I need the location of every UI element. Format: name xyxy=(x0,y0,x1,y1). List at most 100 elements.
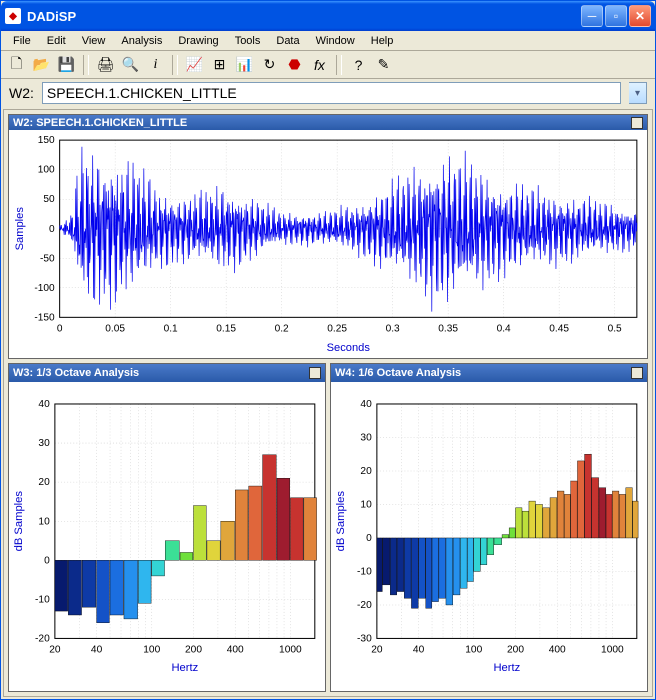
refresh-icon[interactable]: ↻ xyxy=(258,53,281,76)
menu-view[interactable]: View xyxy=(74,33,114,49)
panel-w3-maximize[interactable] xyxy=(309,367,321,379)
waveform-plot: 00.050.10.150.20.250.30.350.40.450.5-150… xyxy=(9,130,647,358)
svg-text:150: 150 xyxy=(38,135,55,146)
info-icon[interactable]: i xyxy=(144,53,167,76)
svg-text:40: 40 xyxy=(360,399,372,410)
svg-text:30: 30 xyxy=(360,433,372,444)
menu-help[interactable]: Help xyxy=(363,33,402,49)
svg-text:Samples: Samples xyxy=(14,207,26,251)
svg-text:dB Samples: dB Samples xyxy=(335,491,347,552)
formula-input[interactable]: SPEECH.1.CHICKEN_LITTLE xyxy=(42,82,621,104)
menu-file[interactable]: File xyxy=(5,33,39,49)
svg-text:1000: 1000 xyxy=(601,645,624,656)
svg-text:40: 40 xyxy=(413,645,425,656)
svg-text:200: 200 xyxy=(185,645,202,656)
svg-text:10: 10 xyxy=(360,500,372,511)
panel-w4-title: W4: 1/6 Octave Analysis xyxy=(335,367,461,379)
svg-text:0.45: 0.45 xyxy=(549,324,569,335)
toolbar: 🗋 📂 💾 🖨 🔍 i 📈 ⊞ 📊 ↻ ⬣ fx ? ✎ xyxy=(1,51,655,79)
panel-w3[interactable]: W3: 1/3 Octave Analysis -20 -10 0 10 20 30 40 2… xyxy=(8,363,326,692)
formula-dropdown[interactable]: ▾ xyxy=(629,82,647,104)
panel-w4[interactable]: W4: 1/6 Octave Analysis -30 -20 -10 0 10 20 30… xyxy=(330,363,648,692)
panel-w2[interactable]: W2: SPEECH.1.CHICKEN_LITTLE 0 0.05 0.1 0.15… xyxy=(8,114,648,359)
panel-w4-maximize[interactable] xyxy=(631,367,643,379)
octave-sixth-plot: -30 -20 -10 0 10 20 30 40 20 40 100 200 400 1000 Hertz… xyxy=(331,382,647,691)
octave-third-plot: -20 -10 0 10 20 30 40 20 40 100 200 400 1000 Hertz dB … xyxy=(9,382,325,691)
svg-text:40: 40 xyxy=(38,399,50,410)
new-icon[interactable]: 🗋 xyxy=(5,53,28,76)
svg-text:20: 20 xyxy=(49,645,61,656)
svg-text:0.15: 0.15 xyxy=(216,324,236,335)
svg-text:30: 30 xyxy=(38,438,50,449)
svg-text:-10: -10 xyxy=(35,594,50,605)
panel-w3-header[interactable]: W3: 1/3 Octave Analysis xyxy=(9,364,325,382)
svg-text:400: 400 xyxy=(549,645,566,656)
grid-icon[interactable]: ⊞ xyxy=(208,53,231,76)
svg-text:1000: 1000 xyxy=(279,645,302,656)
svg-text:0: 0 xyxy=(57,324,63,335)
svg-text:0.1: 0.1 xyxy=(164,324,178,335)
formula-bar: W2: SPEECH.1.CHICKEN_LITTLE ▾ xyxy=(1,79,655,107)
svg-text:100: 100 xyxy=(143,645,160,656)
svg-text:-100: -100 xyxy=(34,283,55,294)
maximize-button[interactable]: ▫ xyxy=(605,5,627,27)
edit-icon[interactable]: ✎ xyxy=(372,53,395,76)
svg-text:-20: -20 xyxy=(35,633,50,644)
svg-text:-150: -150 xyxy=(34,313,55,324)
svg-text:10: 10 xyxy=(38,516,50,527)
fx-icon[interactable]: fx xyxy=(308,53,331,76)
panel-w3-title: W3: 1/3 Octave Analysis xyxy=(13,367,139,379)
svg-text:100: 100 xyxy=(38,165,55,176)
minimize-button[interactable]: ─ xyxy=(581,5,603,27)
svg-text:-20: -20 xyxy=(357,600,372,611)
app-title: DADiSP xyxy=(27,9,76,24)
save-icon[interactable]: 💾 xyxy=(55,53,78,76)
panel-w2-maximize[interactable] xyxy=(631,117,643,129)
svg-text:0.2: 0.2 xyxy=(275,324,289,335)
svg-text:Hertz: Hertz xyxy=(493,662,520,674)
panel-w4-header[interactable]: W4: 1/6 Octave Analysis xyxy=(331,364,647,382)
svg-text:20: 20 xyxy=(38,477,50,488)
svg-text:20: 20 xyxy=(371,645,383,656)
svg-text:0.05: 0.05 xyxy=(105,324,125,335)
panel-w2-header[interactable]: W2: SPEECH.1.CHICKEN_LITTLE xyxy=(9,115,647,130)
menubar: File Edit View Analysis Drawing Tools Da… xyxy=(1,31,655,51)
svg-text:Seconds: Seconds xyxy=(327,342,371,354)
close-button[interactable]: ✕ xyxy=(629,5,651,27)
svg-text:0: 0 xyxy=(49,224,55,235)
print-icon[interactable]: 🖨 xyxy=(94,53,117,76)
svg-text:-50: -50 xyxy=(40,253,55,264)
svg-text:0.5: 0.5 xyxy=(608,324,622,335)
help-icon[interactable]: ? xyxy=(347,53,370,76)
menu-drawing[interactable]: Drawing xyxy=(170,33,226,49)
menu-edit[interactable]: Edit xyxy=(39,33,74,49)
panel-w2-title: W2: SPEECH.1.CHICKEN_LITTLE xyxy=(13,117,187,129)
menu-data[interactable]: Data xyxy=(268,33,307,49)
svg-text:Hertz: Hertz xyxy=(171,662,198,674)
menu-window[interactable]: Window xyxy=(308,33,363,49)
svg-text:0.3: 0.3 xyxy=(386,324,400,335)
svg-text:0: 0 xyxy=(366,533,372,544)
svg-text:100: 100 xyxy=(465,645,482,656)
svg-text:0: 0 xyxy=(44,555,50,566)
app-icon: ◆ xyxy=(5,8,21,24)
svg-text:0.35: 0.35 xyxy=(438,324,458,335)
svg-text:dB Samples: dB Samples xyxy=(13,491,25,552)
chart-icon[interactable]: 📊 xyxy=(233,53,256,76)
svg-text:400: 400 xyxy=(227,645,244,656)
svg-text:40: 40 xyxy=(91,645,103,656)
svg-text:200: 200 xyxy=(507,645,524,656)
workspace: W2: SPEECH.1.CHICKEN_LITTLE 0 0.05 0.1 0.15… xyxy=(3,109,653,697)
svg-text:20: 20 xyxy=(360,466,372,477)
preview-icon[interactable]: 🔍 xyxy=(119,53,142,76)
stop-icon[interactable]: ⬣ xyxy=(283,53,306,76)
plot-icon[interactable]: 📈 xyxy=(183,53,206,76)
menu-analysis[interactable]: Analysis xyxy=(113,33,170,49)
svg-text:50: 50 xyxy=(43,194,55,205)
titlebar[interactable]: ◆ DADiSP ─ ▫ ✕ xyxy=(1,1,655,31)
svg-text:-10: -10 xyxy=(357,567,372,578)
application-window: ◆ DADiSP ─ ▫ ✕ File Edit View Analysis D… xyxy=(0,0,656,700)
svg-text:-30: -30 xyxy=(357,633,372,644)
open-icon[interactable]: 📂 xyxy=(30,53,53,76)
menu-tools[interactable]: Tools xyxy=(227,33,269,49)
